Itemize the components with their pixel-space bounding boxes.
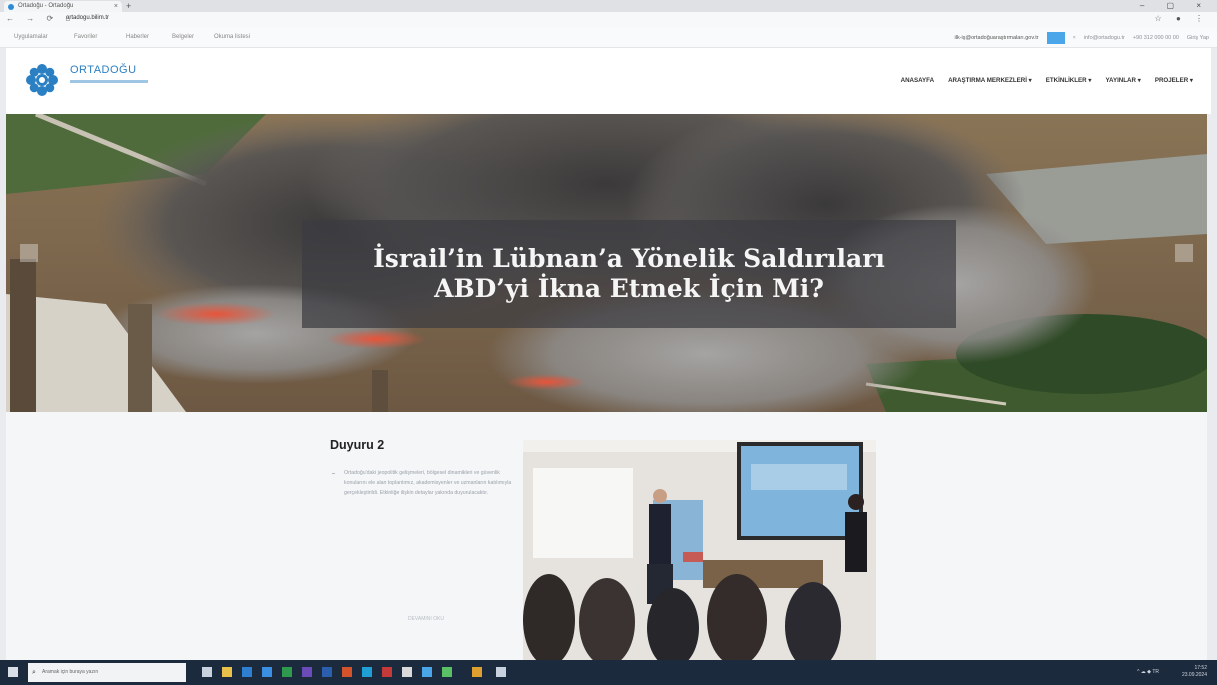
search-button[interactable] (1046, 32, 1065, 44)
windows-start-icon[interactable] (8, 667, 18, 677)
clock-time: 17:52 (1194, 665, 1207, 671)
excel-icon[interactable] (282, 667, 292, 677)
clock[interactable]: 17:52 23.09.2024 (1182, 665, 1207, 679)
file-explorer-icon[interactable] (222, 667, 232, 677)
chrome-icon[interactable] (422, 667, 432, 677)
favicon-icon (8, 4, 14, 10)
search-email-field[interactable]: ilk-iş@ortadoğuaraştırmaları.gov.tr (955, 35, 1039, 41)
nav-item-research-centers[interactable]: ARAŞTIRMA MERKEZLERİ ▾ (948, 77, 1032, 84)
top-link-login[interactable]: Giriş Yap (1187, 35, 1209, 41)
bookmark-item[interactable]: Okuma listesi (214, 34, 250, 40)
close-icon[interactable]: × (1073, 35, 1076, 41)
close-tab-icon[interactable]: × (114, 1, 118, 12)
browser-tab-strip: Ortadoğu - Ortadoğu × + – ▢ × (0, 0, 1217, 12)
app-icon[interactable] (442, 667, 452, 677)
site-top-info: ilk-iş@ortadoğuaraştırmaları.gov.tr × in… (955, 32, 1209, 44)
bookmarks-bar: Uygulamalar Favoriler Haberler Belgeler … (0, 28, 1217, 48)
logo-text[interactable]: ORTADOĞU (70, 64, 137, 76)
browser-tab[interactable]: Ortadoğu - Ortadoğu × (4, 1, 122, 12)
nav-item-home[interactable]: ANASAYFA (901, 77, 934, 84)
taskbar-search-placeholder: Aramak için buraya yazın (42, 669, 99, 675)
nav-item-publications[interactable]: YAYINLAR ▾ (1105, 77, 1140, 84)
outlook-icon[interactable] (362, 667, 372, 677)
hero-caption[interactable]: İsrail’in Lübnan’a Yönelik Saldırıları A… (302, 220, 956, 328)
bookmark-item[interactable]: Uygulamalar (14, 34, 48, 40)
logo-icon[interactable] (24, 62, 60, 98)
announcement-body: Ortadoğu'daki jeopolitik gelişmeleri, bö… (330, 468, 515, 498)
slider-prev-button[interactable] (20, 244, 38, 262)
read-more-button[interactable]: DEVAMINI OKU (396, 614, 456, 624)
tab-title: Ortadoğu - Ortadoğu (18, 3, 74, 9)
nav-item-projects[interactable]: PROJELER ▾ (1155, 77, 1193, 84)
slider-next-button[interactable] (1175, 244, 1193, 262)
system-tray-icons[interactable]: ^ ☁ ◆ TR (1137, 669, 1159, 675)
browser-menu-icons[interactable]: ☆ ● ⋮ (1155, 14, 1209, 23)
acrobat-icon[interactable] (382, 667, 392, 677)
site-header: ORTADOĞU ANASAYFA ARAŞTIRMA MERKEZLERİ ▾… (6, 48, 1211, 114)
edge-icon[interactable] (242, 667, 252, 677)
top-link-email[interactable]: info@ortadogu.tr (1084, 35, 1125, 41)
announcement-photo[interactable] (523, 440, 876, 662)
main-navigation: ANASAYFA ARAŞTIRMA MERKEZLERİ ▾ ETKİNLİK… (901, 77, 1193, 84)
address-bar-row: ← → ⟳ ⌂ ortadogu.bilim.tr ☆ ● ⋮ (0, 12, 1217, 28)
announcement-section: Duyuru 2 Ortadoğu'daki jeopolitik gelişm… (6, 412, 1207, 662)
announcement-title[interactable]: Duyuru 2 (330, 438, 515, 452)
meeting-photo (523, 440, 876, 662)
word-icon[interactable] (322, 667, 332, 677)
top-link-phone[interactable]: +90 312 000 00 00 (1133, 35, 1179, 41)
taskbar-search[interactable]: ⌕ Aramak için buraya yazın (28, 663, 186, 682)
navigation-buttons[interactable]: ← → ⟳ ⌂ (6, 14, 75, 23)
new-tab-button[interactable]: + (126, 0, 131, 12)
bookmark-item[interactable]: Favoriler (74, 34, 97, 40)
bookmark-item[interactable]: Haberler (126, 34, 149, 40)
powerpoint-icon[interactable] (342, 667, 352, 677)
bookmark-item[interactable]: Belgeler (172, 34, 194, 40)
logo-underline (70, 80, 148, 83)
notepad-icon[interactable] (402, 667, 412, 677)
hero-title-line-1: İsrail’in Lübnan’a Yönelik Saldırıları (373, 244, 885, 273)
url-field[interactable]: ortadogu.bilim.tr (66, 15, 109, 21)
search-icon: ⌕ (32, 669, 36, 676)
active-app-icon[interactable] (472, 667, 482, 677)
app-icon[interactable] (496, 667, 506, 677)
nav-item-events[interactable]: ETKİNLİKLER ▾ (1046, 77, 1092, 84)
screen: Ortadoğu - Ortadoğu × + – ▢ × ← → ⟳ ⌂ or… (0, 0, 1217, 685)
task-view-icon[interactable] (202, 667, 212, 677)
window-controls[interactable]: – ▢ × (1140, 0, 1211, 12)
hero-title-line-2: ABD’yi İkna Etmek İçin Mi? (434, 274, 824, 303)
teams-icon[interactable] (302, 667, 312, 677)
announcement-text: Duyuru 2 Ortadoğu'daki jeopolitik gelişm… (330, 438, 515, 622)
taskbar: ⌕ Aramak için buraya yazın ^ ☁ ◆ TR 17:5… (0, 660, 1217, 685)
clock-date: 23.09.2024 (1181, 672, 1207, 678)
mail-icon[interactable] (262, 667, 272, 677)
hero-slider: İsrail’in Lübnan’a Yönelik Saldırıları A… (6, 114, 1207, 412)
